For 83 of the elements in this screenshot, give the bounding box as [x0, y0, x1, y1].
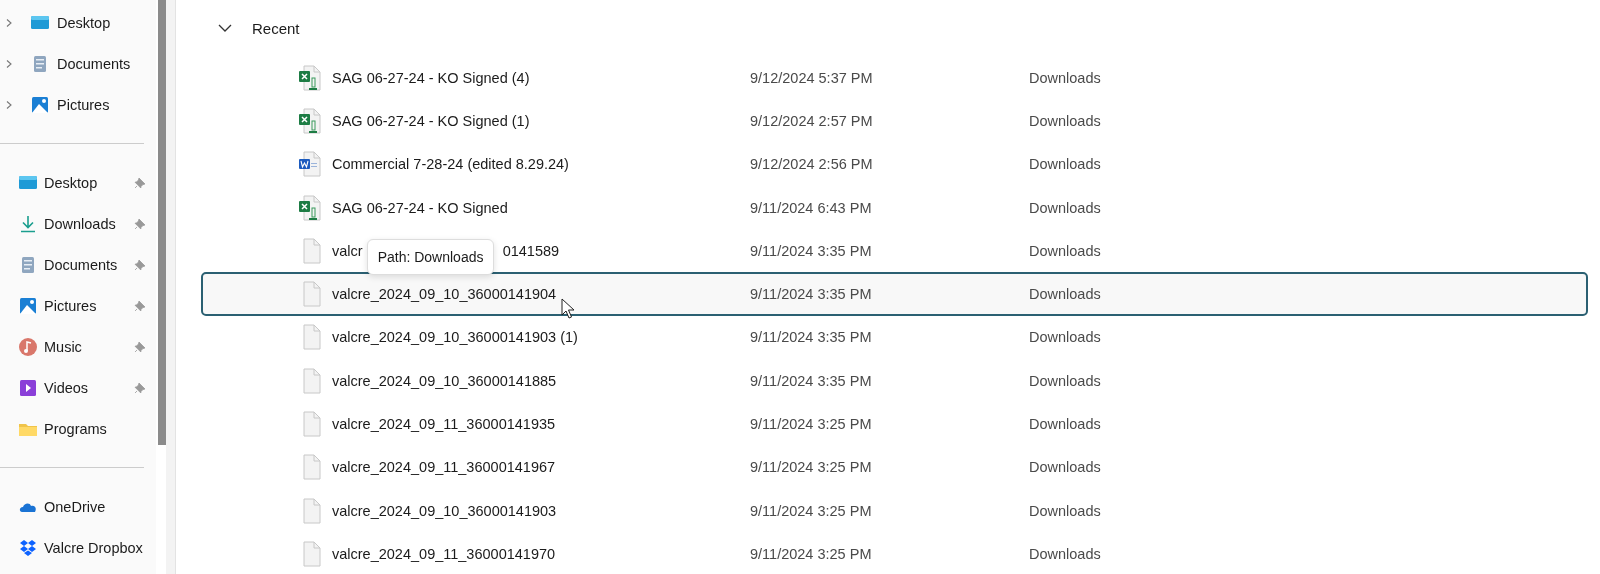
sidebar-item[interactable]: Programs	[0, 408, 156, 449]
file-row[interactable]: SAG 06-27-24 - KO Signed (1) 9/12/2024 2:57 PM Downloads	[201, 99, 1588, 143]
file-name: valcre_2024_09_11_36000141935	[332, 416, 556, 432]
file-location: Downloads	[1029, 416, 1101, 432]
file-location: Downloads	[1029, 329, 1101, 346]
file-row[interactable]: valcre_2024_09_11_36000141970 9/11/2024 3:25 PM Downloads	[201, 532, 1588, 574]
tooltip: Path: Downloads	[366, 238, 495, 275]
file-name: valcr	[332, 242, 363, 259]
pin-icon[interactable]	[134, 217, 146, 230]
sidebar-item[interactable]: Downloads	[0, 203, 156, 244]
file-location: Downloads	[1029, 242, 1101, 259]
file-row[interactable]: valcre_2024_09_10_36000141885 9/11/2024 3:35 PM Downloads	[201, 359, 1588, 403]
pin-icon[interactable]	[134, 299, 146, 312]
date-modified: 9/12/2024 2:56 PM	[750, 156, 874, 173]
file-name: 0141589	[502, 242, 560, 259]
spreadsheet-file-icon	[298, 194, 322, 221]
pin-icon[interactable]	[134, 258, 146, 271]
spreadsheet-file-icon	[298, 107, 322, 134]
file-name: valcre_2024_09_11_36000141967	[332, 459, 556, 476]
file-row[interactable]: valcre_2024_09_11_36000141935 9/11/2024 3:25 PM Downloads	[201, 402, 1588, 446]
file-row[interactable]: valcr Path: Downloads 0141589 9/11/2024 3:35 PM Downloads	[201, 229, 1588, 273]
file-name: valcre_2024_09_11_36000141970	[332, 545, 556, 562]
date-modified: 9/11/2024 3:35 PM	[750, 242, 873, 259]
file-name: valcre_2024_09_10_36000141903 (1)	[332, 329, 578, 346]
sidebar-item[interactable]: Documents	[0, 244, 156, 285]
sidebar-item[interactable]: Desktop	[0, 2, 156, 43]
sidebar-item[interactable]: Pictures	[0, 84, 156, 125]
chevron-icon[interactable]	[4, 17, 14, 28]
file-name: SAG 06-27-24 - KO Signed	[332, 199, 508, 216]
file-location: Downloads	[1029, 502, 1101, 519]
date-modified: 9/11/2024 3:35 PM	[750, 372, 873, 389]
file-name: valcre_2024_09_10_36000141885	[332, 372, 557, 389]
sidebar-item[interactable]: Music	[0, 326, 156, 367]
document-file-icon	[298, 151, 322, 178]
file-location: Downloads	[1029, 69, 1101, 86]
file-location: Downloads	[1029, 156, 1101, 173]
file-row[interactable]: valcre_2024_09_10_36000141904 9/11/2024 3:35 PM Downloads	[201, 272, 1588, 316]
chevron-icon[interactable]	[4, 99, 14, 110]
sidebar-item[interactable]: Videos	[0, 367, 156, 408]
scrollbar[interactable]	[158, 0, 166, 445]
pin-icon[interactable]	[134, 381, 146, 394]
group-header[interactable]: Recent	[201, 0, 1600, 56]
file-location: Downloads	[1029, 459, 1101, 476]
file-location: Downloads	[1029, 112, 1101, 129]
date-modified: 9/11/2024 3:25 PM	[750, 502, 873, 519]
file-location: Downloads	[1029, 545, 1101, 562]
date-modified: 9/11/2024 3:25 PM	[750, 545, 873, 562]
file-row[interactable]: valcre_2024_09_10_36000141903 (1) 9/11/2024 3:35 PM Downloads	[201, 315, 1588, 360]
pin-icon[interactable]	[134, 340, 146, 353]
sidebar-item[interactable]: OneDrive	[0, 486, 156, 527]
date-modified: 9/11/2024 3:25 PM	[750, 459, 873, 476]
file-row[interactable]: SAG 06-27-24 - KO Signed 9/11/2024 6:43 PM Downloads	[201, 185, 1588, 230]
sidebar-item[interactable]: Desktop	[0, 162, 156, 203]
dropbox-icon	[18, 537, 38, 558]
pictures-icon	[18, 295, 38, 316]
music-icon	[18, 336, 38, 357]
file-name: SAG 06-27-24 - KO Signed (4)	[332, 69, 530, 86]
date-modified: 9/12/2024 2:57 PM	[750, 112, 874, 129]
file-name: valcre_2024_09_10_36000141903	[332, 502, 557, 519]
pictures-icon	[30, 94, 50, 115]
file-name: Commercial 7-28-24 (edited 8.29.24)	[332, 156, 569, 173]
spreadsheet-file-icon	[298, 64, 322, 91]
file-row[interactable]: SAG 06-27-24 - KO Signed (4) 9/12/2024 5:37 PM Downloads	[201, 56, 1588, 100]
file-name: SAG 06-27-24 - KO Signed (1)	[332, 112, 530, 129]
date-modified: 9/11/2024 6:43 PM	[750, 199, 873, 216]
videos-icon	[18, 377, 38, 398]
file-row[interactable]: Commercial 7-28-24 (edited 8.29.24) 9/12/2024 2:56 PM Downloads	[201, 142, 1588, 186]
chevron-icon[interactable]	[4, 58, 14, 69]
date-modified: 9/11/2024 3:35 PM	[750, 286, 873, 303]
sidebar-item[interactable]: Pictures	[0, 285, 156, 326]
sidebar-item[interactable]: Valcre Dropbox	[0, 527, 156, 568]
date-modified: 9/12/2024 5:37 PM	[750, 69, 874, 86]
file-location: Downloads	[1029, 199, 1101, 216]
date-modified: 9/11/2024 3:35 PM	[750, 329, 873, 346]
downloads-icon	[18, 213, 38, 234]
file-name: valcre_2024_09_10_36000141904	[332, 286, 557, 303]
file-location: Downloads	[1029, 286, 1101, 303]
file-row[interactable]: valcre_2024_09_11_36000141967 9/11/2024 3:25 PM Downloads	[201, 445, 1588, 489]
file-location: Downloads	[1029, 372, 1101, 389]
pin-icon[interactable]	[134, 176, 146, 189]
file-row[interactable]: valcre_2024_09_10_36000141903 9/11/2024 3:25 PM Downloads	[201, 488, 1588, 533]
sidebar-item[interactable]: Documents	[0, 43, 156, 84]
date-modified: 9/11/2024 3:25 PM	[750, 416, 873, 432]
